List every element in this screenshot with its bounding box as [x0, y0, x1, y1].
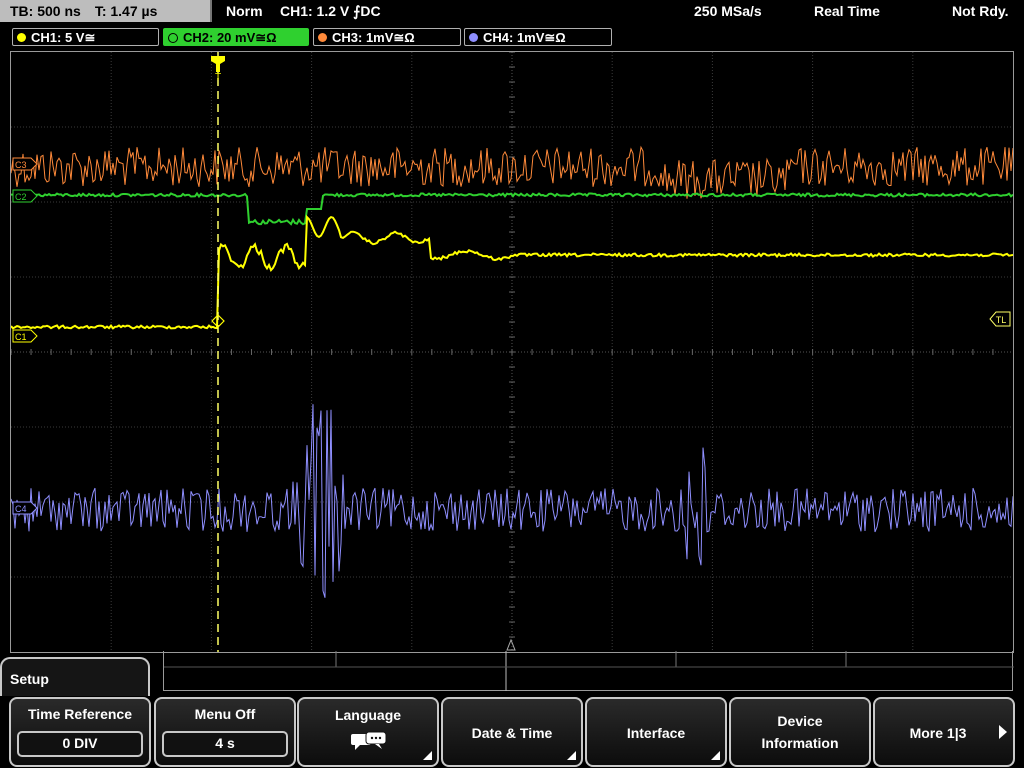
ch4-color-dot	[469, 33, 478, 43]
info-strip	[163, 651, 1014, 691]
date-time-label: Date & Time	[471, 725, 553, 741]
ch1-marker-label: C1	[15, 332, 27, 342]
date-time-softkey[interactable]: Date & Time	[441, 697, 583, 767]
time-reference-marker	[506, 638, 516, 651]
more-softkey[interactable]: More 1|3	[873, 697, 1015, 767]
ch2-offset-marker: C2	[12, 189, 38, 203]
channel-tab-ch1[interactable]: CH1: 5 V≅	[12, 28, 159, 46]
graticule-grid	[10, 51, 1013, 652]
ch3-marker-label: C3	[15, 160, 27, 170]
trigger-marker-label: T	[215, 72, 221, 83]
channel-tab-ch4[interactable]: CH4: 1mV≅Ω	[464, 28, 612, 46]
trigger-level-label: TL	[996, 315, 1007, 325]
language-label: Language	[334, 707, 402, 723]
graticule-svg: T TL C1 C2 C3 C4	[10, 51, 1014, 652]
ch1-trace	[10, 214, 1014, 330]
interface-label: Interface	[626, 725, 686, 741]
ch1-label: CH1: 5 V≅	[31, 30, 96, 45]
ch2-label: CH2: 20 mV≅Ω	[183, 30, 277, 45]
channel-tab-ch3[interactable]: CH3: 1mV≅Ω	[313, 28, 461, 46]
status-bar: Norm CH1: 1.2 V ⨍DC 250 MSa/s Real Time …	[214, 0, 1024, 22]
language-softkey[interactable]: Language	[297, 697, 439, 767]
submenu-corner-icon	[711, 751, 720, 760]
ch4-marker-label: C4	[15, 504, 27, 514]
menu-off-softkey[interactable]: Menu Off 4 s	[154, 697, 296, 767]
trigger-position-marker	[211, 56, 225, 72]
trigger-setting[interactable]: CH1: 1.2 V ⨍DC	[280, 0, 381, 22]
time-reference-value: 0 DIV	[62, 735, 98, 751]
ch3-color-dot	[318, 33, 327, 43]
device-information-label-1: Device	[777, 713, 823, 729]
ch4-label: CH4: 1mV≅Ω	[483, 30, 566, 45]
acquisition-state: Not Rdy.	[952, 3, 1009, 19]
more-label: More 1|3	[909, 725, 967, 741]
timebase-box[interactable]: TB: 500 ns T: 1.47 µs	[0, 0, 212, 22]
waveform-display[interactable]: T TL C1 C2 C3 C4	[10, 51, 1014, 653]
next-page-arrow-icon	[999, 725, 1007, 739]
timebase-label: TB: 500 ns	[10, 3, 81, 19]
ch2-color-dot	[168, 32, 178, 43]
interface-softkey[interactable]: Interface	[585, 697, 727, 767]
menu-off-value-box[interactable]: 4 s	[162, 731, 288, 757]
acquisition-mode: Real Time	[814, 3, 880, 19]
time-reference-value-box[interactable]: 0 DIV	[17, 731, 143, 757]
menu-title: Setup	[10, 671, 49, 687]
submenu-corner-icon	[567, 751, 576, 760]
ch3-label: CH3: 1mV≅Ω	[332, 30, 415, 45]
time-reference-softkey[interactable]: Time Reference 0 DIV	[9, 697, 151, 767]
menu-title-tab: Setup	[0, 657, 150, 697]
ch4-offset-marker: C4	[12, 501, 38, 515]
menu-off-label: Menu Off	[194, 706, 256, 722]
trigger-mode[interactable]: Norm	[226, 0, 263, 22]
device-information-softkey[interactable]: Device Information	[729, 697, 871, 767]
device-information-label-2: Information	[761, 735, 839, 751]
channel-tab-ch2[interactable]: CH2: 20 mV≅Ω	[163, 28, 309, 46]
ch1-offset-marker: C1	[12, 329, 38, 343]
time-reference-label: Time Reference	[27, 706, 132, 722]
ch1-color-dot	[17, 33, 26, 43]
submenu-corner-icon	[423, 751, 432, 760]
trigger-time-label: T: 1.47 µs	[94, 3, 158, 19]
sample-rate: 250 MSa/s	[694, 3, 762, 19]
ch2-marker-label: C2	[15, 192, 27, 202]
ch3-offset-marker: C3	[12, 157, 38, 171]
speech-bubbles-icon	[351, 731, 387, 750]
menu-off-value: 4 s	[215, 735, 235, 751]
